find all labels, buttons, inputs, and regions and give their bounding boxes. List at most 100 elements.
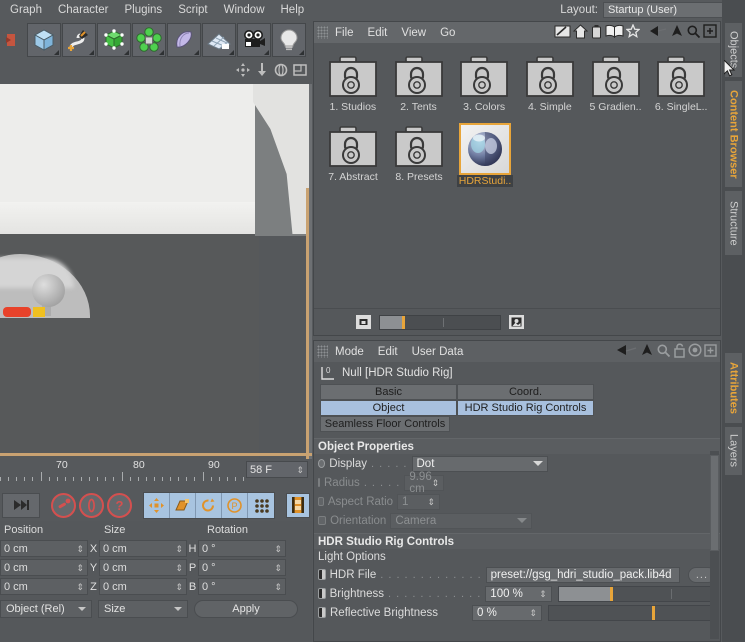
catalog-icon[interactable]: [605, 24, 624, 41]
cb-menu-go[interactable]: Go: [433, 23, 462, 43]
keyframe-selection-icon[interactable]: ?: [107, 492, 132, 518]
reflective-brightness-slider[interactable]: [548, 604, 716, 621]
maximize-view-icon[interactable]: [292, 62, 308, 81]
large-preview-icon[interactable]: [509, 315, 524, 329]
lock-icon[interactable]: [673, 342, 686, 361]
current-frame-field[interactable]: 58 F ⇕: [246, 461, 308, 478]
undo-redo-icon[interactable]: [2, 28, 20, 52]
spinner-icon[interactable]: ⇕: [427, 497, 435, 506]
cb-item-2-tents[interactable]: 2. Tents: [386, 51, 452, 113]
cb-item-6-singlelight[interactable]: 6. SingleL..: [648, 51, 714, 113]
reflective-brightness-field[interactable]: 0 % ⇕: [472, 604, 542, 621]
spinner-icon[interactable]: ⇕: [175, 582, 183, 591]
spinner-icon[interactable]: ⇕: [76, 544, 84, 553]
cb-menu-view[interactable]: View: [394, 23, 433, 43]
light-icon[interactable]: [272, 22, 306, 57]
position-z-field[interactable]: 0 cm ⇕: [0, 578, 88, 595]
sidebar-item-content-browser[interactable]: Content Browser: [724, 80, 743, 188]
radius-field[interactable]: 9.96 cm ⇕: [404, 471, 445, 495]
slider-handle[interactable]: [610, 586, 614, 601]
favorites-star-icon[interactable]: [625, 23, 641, 41]
hypernurbs-icon[interactable]: [97, 22, 131, 57]
spinner-icon[interactable]: ⇕: [432, 478, 440, 487]
target-icon[interactable]: [688, 343, 702, 360]
cb-item-1-studios[interactable]: 1. Studios: [320, 51, 386, 113]
trash-icon[interactable]: [590, 24, 603, 42]
tab-coord[interactable]: Coord.: [457, 384, 594, 400]
brightness-slider[interactable]: [557, 585, 716, 602]
coordinate-mode-dropdown[interactable]: Object (Rel): [0, 600, 92, 618]
layout-dropdown[interactable]: Startup (User): [603, 2, 741, 18]
spinner-icon[interactable]: ⇕: [529, 608, 537, 617]
sidebar-item-structure[interactable]: Structure: [724, 190, 743, 256]
menu-item-help[interactable]: Help: [273, 1, 313, 19]
back-arrow-icon[interactable]: [649, 24, 668, 41]
rotation-b-field[interactable]: 0 ° ⇕: [198, 578, 286, 595]
spline-pen-icon[interactable]: [62, 22, 96, 57]
spinner-icon[interactable]: ⇕: [274, 582, 282, 591]
slider-handle[interactable]: [402, 315, 405, 329]
menu-item-script[interactable]: Script: [170, 1, 215, 19]
home-icon[interactable]: [572, 23, 589, 42]
size-mode-dropdown[interactable]: Size: [98, 600, 188, 618]
floor-environment-icon[interactable]: [202, 22, 236, 57]
orientation-dropdown[interactable]: Camera: [390, 512, 532, 529]
position-key-icon[interactable]: [144, 492, 170, 518]
spinner-icon[interactable]: ⇕: [76, 582, 84, 591]
menu-item-plugins[interactable]: Plugins: [116, 1, 170, 19]
cb-item-hdrstudio[interactable]: HDRStudi..: [452, 121, 518, 187]
thumbnail-size-slider[interactable]: [379, 314, 501, 330]
point-level-anim-icon[interactable]: [248, 493, 274, 518]
search-icon[interactable]: [656, 343, 671, 361]
hdr-file-field[interactable]: preset://gsg_hdri_studio_pack.lib4d: [485, 566, 680, 583]
attr-menu-user-data[interactable]: User Data: [405, 342, 471, 362]
cb-item-3-colors[interactable]: 3. Colors: [451, 51, 517, 113]
cb-item-7-abstract[interactable]: 7. Abstract: [320, 121, 386, 187]
content-browser-grid[interactable]: 1. Studios 2. Tents 3. Colors 4. Simple …: [316, 45, 718, 308]
attr-menu-mode[interactable]: Mode: [328, 342, 371, 362]
cb-item-5-gradients[interactable]: 5 Gradien..: [583, 51, 649, 113]
size-x-field[interactable]: 0 cm ⇕: [99, 540, 187, 557]
sidebar-item-layers[interactable]: Layers: [724, 426, 743, 476]
attributes-scrollbar[interactable]: [710, 451, 719, 639]
viewport-canvas[interactable]: [0, 84, 312, 459]
spinner-icon[interactable]: ⇕: [175, 563, 183, 572]
frame-spinner-icon[interactable]: ⇕: [296, 465, 304, 474]
apply-button[interactable]: Apply: [194, 600, 298, 618]
camera-icon[interactable]: [237, 22, 271, 57]
new-tab-icon[interactable]: [704, 343, 717, 360]
viewport-panel[interactable]: [0, 59, 312, 459]
property-toggle-icon[interactable]: [318, 569, 326, 580]
property-toggle-icon[interactable]: [318, 497, 324, 506]
property-toggle-icon[interactable]: [318, 607, 326, 618]
cb-item-8-presets[interactable]: 8. Presets: [386, 121, 452, 187]
position-x-field[interactable]: 0 cm ⇕: [0, 540, 88, 557]
rotate-view-icon[interactable]: [273, 62, 289, 81]
property-toggle-icon[interactable]: [318, 588, 326, 599]
spinner-icon[interactable]: ⇕: [539, 589, 547, 598]
autokeying-icon[interactable]: [79, 492, 104, 518]
rotation-key-icon[interactable]: [196, 492, 222, 518]
back-arrow-icon[interactable]: [616, 343, 638, 360]
cb-menu-edit[interactable]: Edit: [361, 23, 395, 43]
menu-item-graph[interactable]: Graph: [2, 1, 50, 19]
brightness-field[interactable]: 100 % ⇕: [485, 585, 552, 602]
scrollbar-thumb[interactable]: [710, 455, 719, 551]
up-arrow-icon[interactable]: [670, 24, 684, 41]
spinner-icon[interactable]: ⇕: [274, 544, 282, 553]
spinner-icon[interactable]: ⇕: [274, 563, 282, 572]
rotation-h-field[interactable]: 0 ° ⇕: [198, 540, 286, 557]
move-view-icon[interactable]: [235, 62, 251, 81]
size-z-field[interactable]: 0 cm ⇕: [99, 578, 187, 595]
attr-menu-edit[interactable]: Edit: [371, 342, 405, 362]
property-toggle-icon[interactable]: [318, 459, 326, 468]
aspect-ratio-field[interactable]: 1 ⇕: [397, 493, 440, 510]
cb-menu-file[interactable]: File: [328, 23, 361, 43]
timeline-icon[interactable]: [286, 492, 310, 518]
new-folder-icon[interactable]: [703, 24, 717, 41]
scale-key-icon[interactable]: [170, 492, 196, 518]
spinner-icon[interactable]: ⇕: [175, 544, 183, 553]
cube-icon[interactable]: [27, 22, 61, 57]
timeline-ruler[interactable]: 70 80 90: [0, 459, 246, 481]
tab-object[interactable]: Object: [320, 400, 457, 416]
